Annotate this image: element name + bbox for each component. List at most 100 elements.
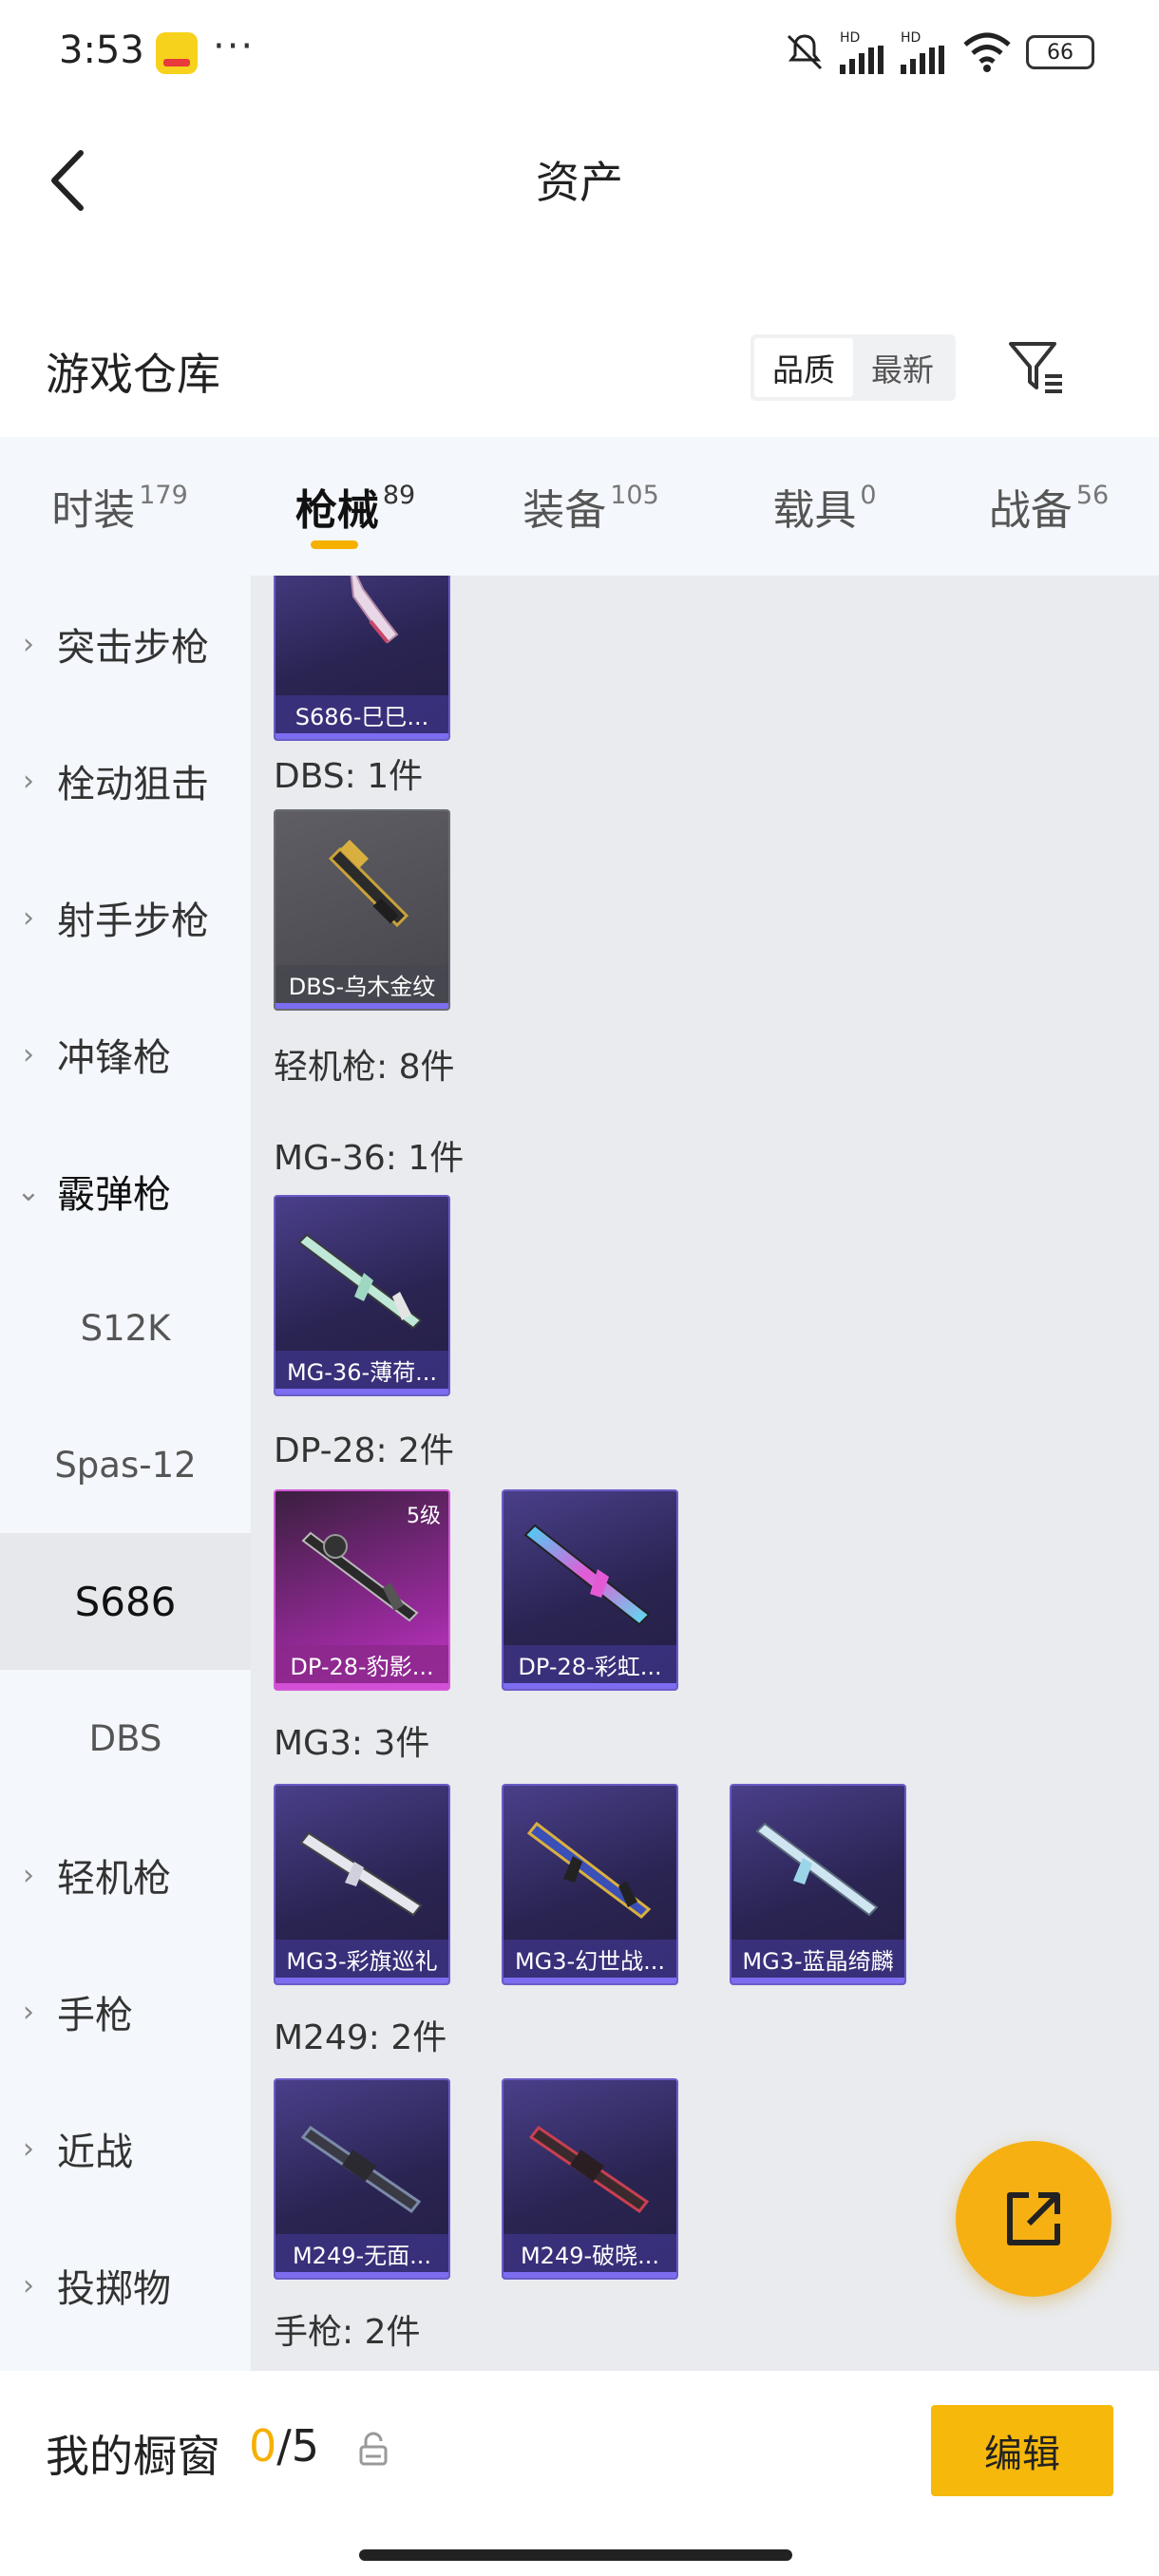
sidebar-subitem-dbs[interactable]: DBS bbox=[0, 1670, 251, 1807]
sidebar-subitem-s686[interactable]: S686 bbox=[0, 1533, 251, 1670]
external-link-icon bbox=[1007, 2192, 1060, 2245]
app-header: 资产 bbox=[0, 104, 1159, 256]
battery-icon: 66 bbox=[1026, 35, 1094, 69]
chevron-right-icon: › bbox=[23, 1858, 34, 1892]
weapon-image bbox=[504, 1786, 676, 1938]
skin-card[interactable]: DBS-乌木金纹 bbox=[274, 809, 450, 1011]
rarity-bar bbox=[504, 1683, 676, 1689]
chevron-down-icon: ⌄ bbox=[16, 1174, 41, 1208]
sidebar-subitem-s12k[interactable]: S12K bbox=[0, 1260, 251, 1396]
showcase-count: 0/5 bbox=[249, 2420, 319, 2472]
sidebar-item-smg[interactable]: › 冲锋枪 bbox=[0, 986, 251, 1123]
sidebar-item-label: 手枪 bbox=[57, 1994, 133, 2037]
signal-hd-label: HD bbox=[840, 30, 861, 46]
weapon-image bbox=[732, 1786, 904, 1938]
skin-name: MG-36-薄荷... bbox=[276, 1351, 448, 1389]
tab-label: 战备 bbox=[988, 486, 1073, 535]
sidebar-item-melee[interactable]: › 近战 bbox=[0, 2080, 251, 2217]
tab-fashion[interactable]: 时装 179 bbox=[0, 437, 239, 576]
sidebar-subitem-spas12[interactable]: Spas-12 bbox=[0, 1396, 251, 1533]
skin-name: M249-无面... bbox=[276, 2234, 448, 2272]
status-bar: 3:53 ··· HD HD 66 bbox=[0, 0, 1159, 104]
lock-icon bbox=[359, 2432, 388, 2466]
skin-card[interactable]: MG3-幻世战... bbox=[502, 1784, 678, 1985]
tab-equipment[interactable]: 装备 105 bbox=[471, 437, 711, 576]
sidebar-item-label: 霰弹枪 bbox=[57, 1173, 171, 1217]
group-title: MG3: 3件 bbox=[274, 1724, 430, 1763]
chevron-right-icon: › bbox=[23, 764, 34, 798]
sidebar-item-label: 投掷物 bbox=[57, 2267, 171, 2311]
tab-label: 装备 bbox=[522, 486, 607, 535]
skin-card[interactable]: M249-无面... bbox=[274, 2078, 450, 2280]
rarity-bar bbox=[504, 2272, 676, 2278]
skin-name: MG3-幻世战... bbox=[504, 1940, 676, 1978]
sidebar-item-label: 射手步枪 bbox=[57, 900, 209, 943]
tab-battle-prep[interactable]: 战备 56 bbox=[939, 437, 1159, 576]
rarity-bar bbox=[276, 2272, 448, 2278]
sidebar-item-label: 冲锋枪 bbox=[57, 1036, 171, 1080]
sidebar-item-throwable[interactable]: › 投掷物 bbox=[0, 2217, 251, 2354]
showcase-bar: 我的橱窗 0/5 编辑 bbox=[0, 2371, 1159, 2576]
warehouse-title: 游戏仓库 bbox=[46, 349, 220, 400]
sidebar-item-bolt-sniper[interactable]: › 栓动狙击 bbox=[0, 712, 251, 849]
edit-button[interactable]: 编辑 bbox=[931, 2405, 1113, 2496]
tab-count: 56 bbox=[1075, 480, 1110, 510]
weapon-image bbox=[504, 2080, 676, 2232]
weapon-image bbox=[276, 1786, 448, 1938]
group-title: M249: 2件 bbox=[274, 2018, 447, 2057]
skin-card[interactable]: MG-36-薄荷... bbox=[274, 1195, 450, 1396]
tab-label: 时装 bbox=[51, 486, 136, 535]
rarity-bar bbox=[276, 1978, 448, 1983]
more-notifications-icon: ··· bbox=[213, 25, 256, 68]
tab-label: 载具 bbox=[772, 486, 857, 535]
share-button[interactable] bbox=[956, 2141, 1112, 2297]
weapon-image bbox=[504, 1491, 676, 1643]
skin-name: DBS-乌木金纹 bbox=[276, 965, 448, 1003]
chevron-right-icon: › bbox=[23, 627, 34, 661]
weapon-image bbox=[276, 811, 448, 963]
skin-card[interactable]: 5级 DP-28-豹影... bbox=[274, 1489, 450, 1691]
skin-name: DP-28-彩虹... bbox=[504, 1645, 676, 1683]
skin-card[interactable]: DP-28-彩虹... bbox=[502, 1489, 678, 1691]
skin-name: MG3-蓝晶绮麟 bbox=[732, 1940, 904, 1978]
category-tabs: 时装 179 枪械 89 装备 105 载具 0 战备 56 bbox=[0, 437, 1159, 576]
skin-card[interactable]: MG3-彩旗巡礼 bbox=[274, 1784, 450, 1985]
sidebar-item-label: 栓动狙击 bbox=[57, 763, 209, 806]
chevron-right-icon: › bbox=[23, 1995, 34, 2029]
sidebar-item-label: 轻机枪 bbox=[57, 1857, 171, 1901]
tab-firearms[interactable]: 枪械 89 bbox=[239, 437, 471, 576]
sort-toggle: 品质 最新 bbox=[750, 334, 956, 401]
signal-icon-1: HD bbox=[840, 30, 887, 74]
home-indicator[interactable] bbox=[359, 2549, 792, 2561]
chevron-right-icon: › bbox=[23, 2268, 34, 2302]
group-title: 轻机枪: 8件 bbox=[274, 1048, 455, 1087]
tab-count: 105 bbox=[610, 480, 659, 510]
group-title: DP-28: 2件 bbox=[274, 1431, 454, 1470]
sidebar-item-lmg[interactable]: › 轻机枪 bbox=[0, 1807, 251, 1943]
app-notification-icon bbox=[156, 32, 198, 74]
rarity-bar bbox=[504, 1978, 676, 1983]
sort-quality-button[interactable]: 品质 bbox=[754, 338, 853, 397]
sidebar-item-shotgun[interactable]: ⌄ 霰弹枪 bbox=[0, 1123, 251, 1260]
sidebar-item-assault-rifle[interactable]: › 突击步枪 bbox=[0, 576, 251, 712]
status-time: 3:53 bbox=[59, 28, 144, 72]
rarity-bar bbox=[276, 1683, 448, 1689]
signal-icon-2: HD bbox=[901, 30, 948, 74]
rarity-bar bbox=[732, 1978, 904, 1983]
chevron-right-icon: › bbox=[23, 900, 34, 935]
skin-card[interactable]: M249-破晓... bbox=[502, 2078, 678, 2280]
skin-name: S686-巳巳... bbox=[276, 695, 448, 733]
skin-card[interactable]: S686-巳巳... bbox=[274, 576, 450, 741]
tab-vehicles[interactable]: 载具 0 bbox=[711, 437, 939, 576]
tab-label: 枪械 bbox=[294, 486, 379, 535]
weapon-skin-list: S686-巳巳... DBS: 1件 DBS-乌木金纹 轻机枪: 8件 MG-3… bbox=[251, 576, 1159, 2371]
rarity-bar bbox=[276, 733, 448, 739]
warehouse-header: 游戏仓库 品质 最新 bbox=[0, 313, 1159, 427]
sidebar-item-pistol[interactable]: › 手枪 bbox=[0, 1943, 251, 2080]
status-icons: HD HD 66 bbox=[783, 28, 1094, 76]
sidebar-item-marksman-rifle[interactable]: › 射手步枪 bbox=[0, 849, 251, 986]
sort-newest-button[interactable]: 最新 bbox=[853, 338, 952, 397]
skin-card[interactable]: MG3-蓝晶绮麟 bbox=[730, 1784, 906, 1985]
weapon-image bbox=[276, 2080, 448, 2232]
filter-button[interactable] bbox=[1003, 334, 1070, 401]
